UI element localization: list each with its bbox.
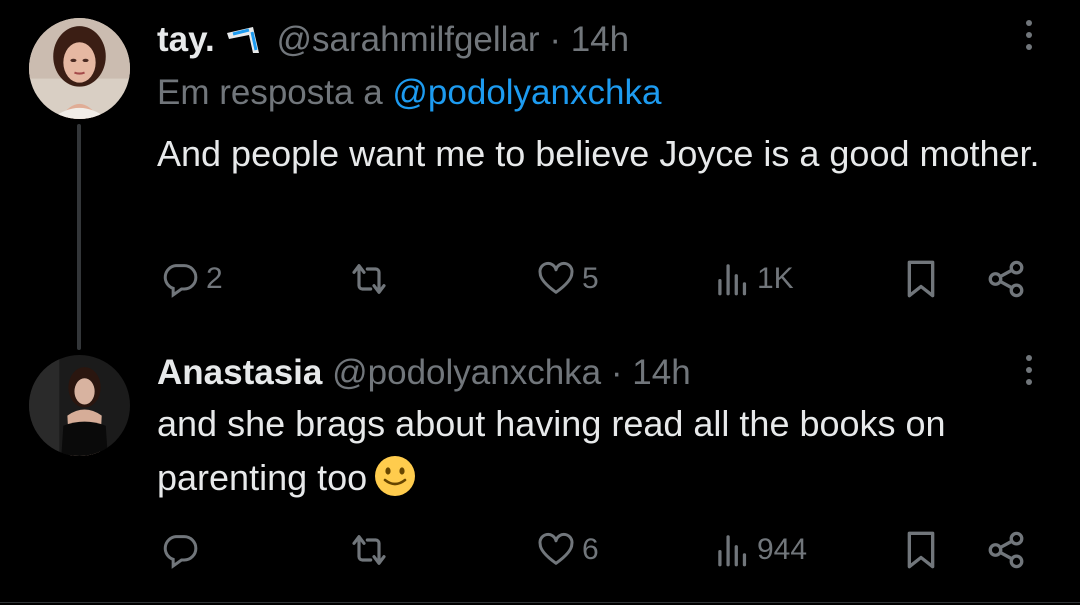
reply-icon [163,535,198,569]
bookmark-button[interactable] [901,254,941,304]
timestamp[interactable]: 14h [571,20,629,59]
views-button[interactable]: 944 [715,525,807,575]
retweet-icon [352,264,386,294]
tweet[interactable]: Anastasia @podolyanxchka · 14h and she b… [0,340,1080,605]
like-count: 6 [582,533,599,566]
views-count: 944 [757,533,808,566]
reply-icon [163,264,198,298]
tweet-text-content: and she brags about having read all the … [157,403,946,498]
tweet[interactable]: tay. @sarahmilfgellar · 14h Em resposta … [0,0,1080,340]
separator-dot: · [549,20,561,59]
tweet-header: tay. @sarahmilfgellar · 14h [157,20,629,60]
reply-count: 2 [206,262,223,295]
reply-button[interactable]: 2 [160,254,223,304]
like-button[interactable]: 6 [536,525,599,575]
reply-context: Em resposta a @podolyanxchka [157,72,661,114]
timeline: tay. @sarahmilfgellar · 14h Em resposta … [0,0,1080,605]
share-icon [988,531,1024,569]
tweet-header: Anastasia @podolyanxchka · 14h [157,353,691,393]
reply-button[interactable] [160,525,206,575]
display-name[interactable]: tay. [157,20,215,59]
timestamp[interactable]: 14h [632,353,690,392]
divider [0,602,1080,603]
like-button[interactable]: 5 [536,254,599,304]
separator-dot: · [610,353,623,392]
retweet-icon [352,535,386,565]
user-handle[interactable]: @podolyanxchka [332,353,601,392]
boomerang-icon [226,27,259,53]
views-icon [718,535,747,567]
slightly-smiling-face-icon [375,456,416,496]
heart-icon [538,261,574,294]
bookmark-icon [907,531,935,569]
retweet-button[interactable] [345,254,399,304]
tweet-actions: 2 5 1K [0,254,1080,304]
avatar-image [29,355,130,456]
more-options-icon[interactable] [1017,20,1041,60]
share-button[interactable] [985,525,1027,575]
user-handle[interactable]: @sarahmilfgellar [276,20,539,59]
reply-prefix: Em resposta a [157,73,383,112]
avatar[interactable] [29,355,130,456]
views-count: 1K [757,262,794,295]
tweet-actions: 6 944 [0,525,1080,575]
bookmark-icon [907,260,935,298]
share-icon [988,260,1024,298]
bookmark-button[interactable] [901,525,941,575]
tweet-text: And people want me to believe Joyce is a… [157,133,1040,174]
display-name[interactable]: Anastasia [157,353,322,392]
avatar-image [29,18,130,119]
reply-handle-link[interactable]: @podolyanxchka [392,73,661,112]
views-icon [718,264,747,296]
like-count: 5 [582,262,599,295]
tweet-text: and she brags about having read all the … [157,397,1057,505]
share-button[interactable] [985,254,1027,304]
retweet-button[interactable] [345,525,399,575]
avatar[interactable] [29,18,130,119]
views-button[interactable]: 1K [715,254,794,304]
heart-icon [538,532,574,565]
more-options-icon[interactable] [1017,355,1041,395]
